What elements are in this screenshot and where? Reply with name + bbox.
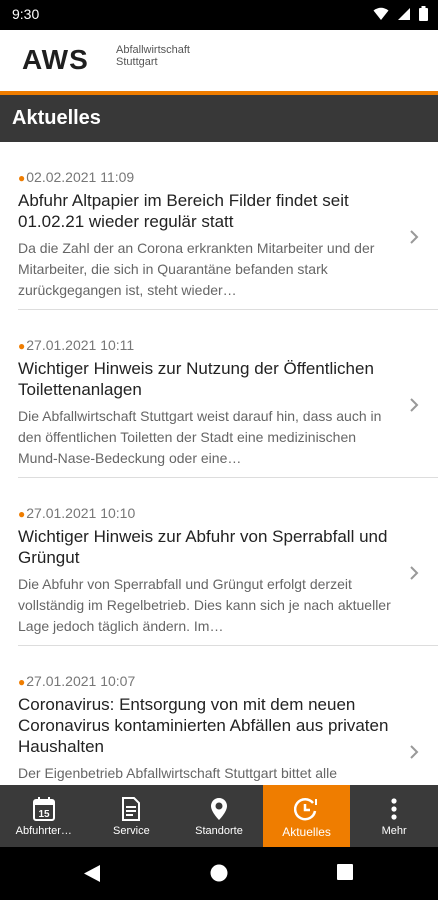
wifi-icon (373, 7, 389, 20)
status-time: 9:30 (12, 6, 40, 22)
logo-subtitle-line1: Abfallwirtschaft (116, 44, 190, 56)
news-excerpt: Da die Zahl der an Corona erkrankten Mit… (18, 240, 375, 298)
calendar-icon: 15 (32, 797, 55, 821)
calendar-day: 15 (38, 809, 50, 820)
news-excerpt: Der Eigenbetrieb Abfallwirtschaft Stuttg… (18, 765, 338, 781)
aws-logo: AWS (22, 44, 89, 75)
chevron-right-icon (410, 398, 419, 412)
chevron-right-icon (410, 745, 419, 759)
news-date: ●27.01.2021 10:11 (18, 337, 134, 353)
battery-icon (419, 6, 428, 21)
news-title: Wichtiger Hinweis zur Abfuhr von Sperrab… (18, 527, 388, 567)
news-date: ●27.01.2021 10:10 (18, 505, 135, 521)
news-excerpt: Die Abfuhr von Sperrabfall und Grüngut e… (18, 576, 391, 634)
news-date-text: 02.02.2021 11:09 (26, 169, 135, 185)
location-pin-icon (210, 798, 227, 820)
bottom-navigation: 15 Abfuhrter… Service Standorte Aktuelle… (0, 785, 438, 847)
more-vertical-icon (391, 798, 397, 820)
document-icon (122, 797, 141, 821)
nav-item-abfuhrtermine[interactable]: 15 Abfuhrter… (0, 785, 88, 847)
page-title-bar: Aktuelles (0, 95, 438, 142)
nav-item-aktuelles[interactable]: Aktuelles (262, 785, 351, 847)
news-item[interactable]: ●27.01.2021 10:11 Wichtiger Hinweis zur … (18, 310, 438, 478)
back-icon[interactable] (83, 864, 101, 883)
unread-dot-icon: ● (18, 675, 26, 689)
page-title: Aktuelles (12, 107, 101, 129)
news-item[interactable]: ●27.01.2021 10:10 Wichtiger Hinweis zur … (18, 478, 438, 646)
logo-subtitle: Abfallwirtschaft Stuttgart (116, 44, 190, 68)
news-item[interactable]: ●02.02.2021 11:09 Abfuhr Altpapier im Be… (18, 142, 438, 310)
news-list[interactable]: ●02.02.2021 11:09 Abfuhr Altpapier im Be… (0, 142, 438, 785)
news-date-text: 27.01.2021 10:07 (26, 673, 136, 689)
news-date: ●02.02.2021 11:09 (18, 169, 134, 185)
nav-label: Abfuhrter… (15, 825, 72, 837)
status-icons (373, 6, 428, 21)
news-item[interactable]: ●27.01.2021 10:07 Coronavirus: Entsorgun… (18, 646, 438, 785)
news-title: Wichtiger Hinweis zur Nutzung der Öffent… (18, 359, 374, 399)
logo-subtitle-line2: Stuttgart (116, 56, 158, 68)
news-date: ●27.01.2021 10:07 (18, 673, 135, 689)
nav-item-standorte[interactable]: Standorte (175, 785, 263, 847)
system-navigation-bar (0, 847, 438, 900)
nav-label: Standorte (195, 825, 243, 837)
news-clock-icon (293, 798, 317, 821)
nav-label: Mehr (381, 825, 407, 837)
home-icon[interactable] (210, 864, 228, 882)
news-excerpt: Die Abfallwirtschaft Stuttgart weist dar… (18, 408, 382, 466)
news-date-text: 27.01.2021 10:11 (26, 337, 135, 353)
nav-label: Aktuelles (282, 825, 331, 839)
nav-item-mehr[interactable]: Mehr (350, 785, 438, 847)
unread-dot-icon: ● (18, 339, 26, 353)
cell-signal-icon (398, 7, 410, 20)
unread-dot-icon: ● (18, 507, 26, 521)
unread-dot-icon: ● (18, 171, 26, 185)
nav-item-service[interactable]: Service (88, 785, 176, 847)
chevron-right-icon (410, 230, 419, 244)
app-header: AWS Abfallwirtschaft Stuttgart (0, 30, 438, 91)
news-date-text: 27.01.2021 10:10 (26, 505, 136, 521)
news-title: Abfuhr Altpapier im Bereich Filder finde… (18, 191, 349, 231)
news-title: Coronavirus: Entsorgung von mit dem neue… (18, 695, 389, 756)
nav-label: Service (113, 825, 150, 837)
chevron-right-icon (410, 566, 419, 580)
status-bar: 9:30 (0, 0, 438, 30)
recents-icon[interactable] (337, 864, 353, 880)
